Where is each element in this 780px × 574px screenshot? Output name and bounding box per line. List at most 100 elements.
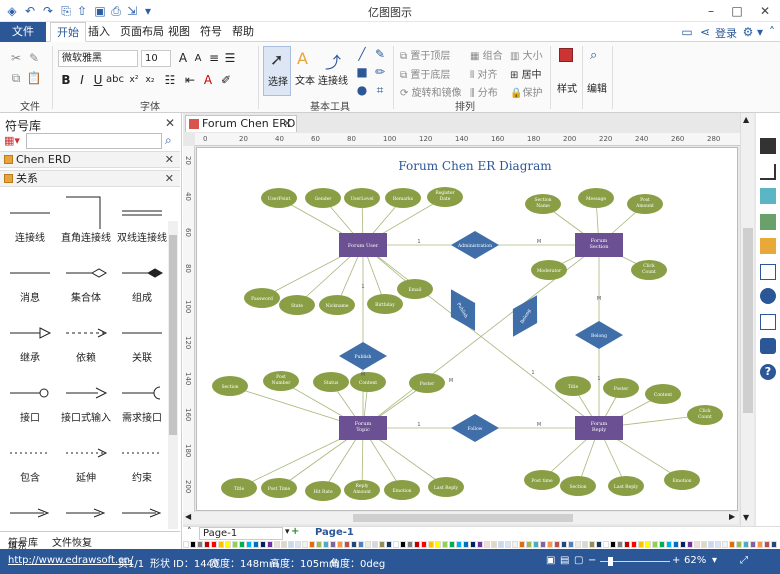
- shape-item[interactable]: 双线连接线: [114, 191, 170, 249]
- palette-swatch[interactable]: [309, 541, 315, 548]
- attribute-label[interactable]: State: [291, 303, 303, 309]
- palette-swatch[interactable]: [218, 541, 224, 548]
- sidebar-scroll-thumb[interactable]: [169, 235, 177, 435]
- palette-swatch[interactable]: [673, 541, 679, 548]
- palette-swatch[interactable]: [358, 541, 364, 548]
- entity-label[interactable]: Forum Reply: [591, 421, 608, 433]
- palette-swatch[interactable]: [211, 541, 217, 548]
- center-button[interactable]: ⊞ 居中: [510, 66, 542, 81]
- palette-swatch[interactable]: [190, 541, 196, 548]
- active-page-tab[interactable]: Page-1: [315, 527, 354, 538]
- category-chen-erd[interactable]: Chen ERD ✕: [0, 151, 180, 168]
- image-icon[interactable]: [760, 214, 776, 230]
- cardinality-label[interactable]: M: [537, 422, 541, 428]
- color-palette[interactable]: 填充: [8, 540, 780, 552]
- attribute-label[interactable]: Title: [568, 384, 579, 390]
- attribute-label[interactable]: Title: [234, 486, 245, 492]
- shape-item[interactable]: 关联: [114, 311, 170, 369]
- full-screen-icon[interactable]: ▢: [574, 555, 583, 566]
- scroll-up-icon[interactable]: ▲: [743, 115, 749, 124]
- copy-icon[interactable]: ⧉: [8, 70, 24, 86]
- text-tool-button[interactable]: A 文本: [293, 46, 317, 96]
- format-painter-icon[interactable]: ✎: [26, 50, 42, 66]
- palette-swatch[interactable]: [652, 541, 658, 548]
- comment-icon[interactable]: [760, 338, 776, 354]
- palette-swatch[interactable]: [582, 541, 588, 548]
- palette-swatch[interactable]: [694, 541, 700, 548]
- shape-item[interactable]: 集合体: [58, 251, 114, 309]
- select-tool-button[interactable]: ➚ 选择: [263, 46, 291, 96]
- rectangle-tool-icon[interactable]: ■: [354, 64, 370, 80]
- palette-swatch[interactable]: [512, 541, 518, 548]
- shadow-icon[interactable]: [760, 188, 776, 204]
- palette-swatch[interactable]: [414, 541, 420, 548]
- palette-swatch[interactable]: [715, 541, 721, 548]
- palette-swatch[interactable]: [393, 541, 399, 548]
- vertical-scrollbar[interactable]: ▲ ▼: [740, 113, 754, 526]
- entity-label[interactable]: Forum Topic: [355, 421, 372, 433]
- rotate-mirror-button[interactable]: ⟳ 旋转和镜像: [400, 84, 462, 99]
- palette-swatch[interactable]: [687, 541, 693, 548]
- page-bar-collapse-icon[interactable]: ˄: [187, 527, 192, 537]
- palette-swatch[interactable]: [680, 541, 686, 548]
- palette-swatch[interactable]: [260, 541, 266, 548]
- panel-close-icon[interactable]: ✕: [165, 116, 175, 130]
- shape-item[interactable]: 连接线: [2, 191, 58, 249]
- highlight-icon[interactable]: ✐: [218, 72, 234, 88]
- underline-icon[interactable]: U: [90, 72, 106, 88]
- page-select-dropdown-icon[interactable]: ▾: [285, 527, 290, 537]
- palette-swatch[interactable]: [379, 541, 385, 548]
- palette-swatch[interactable]: [428, 541, 434, 548]
- align-button[interactable]: ⫴ 对齐: [470, 66, 497, 81]
- relationship-label[interactable]: Follow: [467, 426, 482, 432]
- palette-swatch[interactable]: [547, 541, 553, 548]
- close-button[interactable]: ✕: [752, 2, 778, 20]
- share-icon[interactable]: ⋖: [697, 24, 713, 40]
- palette-swatch[interactable]: [554, 541, 560, 548]
- attribute-label[interactable]: Content: [359, 380, 377, 386]
- attribute-label[interactable]: Content: [654, 392, 672, 398]
- fit-width-icon[interactable]: ▤: [560, 555, 569, 566]
- palette-swatch[interactable]: [568, 541, 574, 548]
- palette-swatch[interactable]: [491, 541, 497, 548]
- protect-button[interactable]: 🔒保护: [510, 84, 542, 99]
- diagram-title[interactable]: Forum Chen ER Diagram: [398, 159, 552, 173]
- line-style-icon[interactable]: [760, 164, 776, 180]
- attribute-label[interactable]: Gender: [315, 196, 333, 202]
- shape-item[interactable]: 组成: [114, 251, 170, 309]
- palette-swatch[interactable]: [484, 541, 490, 548]
- entity-label[interactable]: Forum Section: [589, 238, 609, 250]
- bold-icon[interactable]: B: [58, 72, 74, 88]
- strikethrough-icon[interactable]: abc: [106, 72, 124, 88]
- palette-swatch[interactable]: [344, 541, 350, 548]
- palette-swatch[interactable]: [596, 541, 602, 548]
- palette-swatch[interactable]: [253, 541, 259, 548]
- text-direction-icon[interactable]: ⇤: [182, 72, 198, 88]
- palette-swatch[interactable]: [323, 541, 329, 548]
- palette-swatch[interactable]: [645, 541, 651, 548]
- ribbon-collapse-icon[interactable]: ˄: [764, 24, 780, 40]
- attribute-label[interactable]: Last Reply: [434, 485, 459, 491]
- palette-swatch[interactable]: [232, 541, 238, 548]
- palette-swatch[interactable]: [561, 541, 567, 548]
- horizontal-scroll-thumb[interactable]: [353, 514, 573, 522]
- palette-swatch[interactable]: [372, 541, 378, 548]
- category-close-icon[interactable]: ✕: [165, 152, 174, 167]
- attribute-label[interactable]: Post Time: [268, 486, 291, 492]
- menu-view[interactable]: 视图: [162, 22, 196, 42]
- menu-symbols[interactable]: 符号: [194, 22, 228, 42]
- cardinality-label[interactable]: M: [361, 372, 365, 378]
- pencil-tool-icon[interactable]: ✏: [372, 64, 388, 80]
- menu-insert[interactable]: 插入: [82, 22, 116, 42]
- page-icon[interactable]: [760, 264, 776, 280]
- palette-swatch[interactable]: [442, 541, 448, 548]
- palette-swatch[interactable]: [225, 541, 231, 548]
- palette-swatch[interactable]: [708, 541, 714, 548]
- fit-window-icon[interactable]: ⤢: [740, 555, 748, 566]
- attribute-label[interactable]: Password: [251, 296, 273, 302]
- font-name-select[interactable]: 微软雅黑: [58, 50, 138, 67]
- shape-item[interactable]: [114, 491, 170, 527]
- palette-swatch[interactable]: [477, 541, 483, 548]
- notes-icon[interactable]: [760, 314, 776, 330]
- palette-swatch[interactable]: [400, 541, 406, 548]
